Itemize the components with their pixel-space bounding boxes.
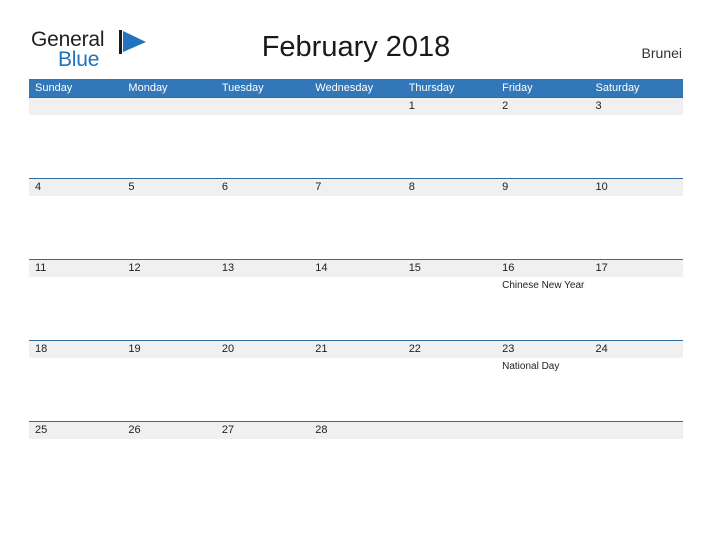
day-number[interactable]: 22 [403,341,496,358]
day-cell-national-day[interactable]: National Day [496,358,589,421]
day-cell[interactable] [29,115,122,178]
day-cell[interactable] [590,115,683,178]
week-date-band: 1 2 3 [29,98,683,115]
week-date-band: 4 5 6 7 8 9 10 [29,179,683,196]
day-number[interactable] [309,98,402,115]
day-cell[interactable] [309,115,402,178]
week-row: 1 2 3 [29,97,683,178]
day-cell[interactable] [122,358,215,421]
weekday-header-row: Sunday Monday Tuesday Wednesday Thursday… [29,79,683,97]
week-row: 4 5 6 7 8 9 10 [29,178,683,259]
day-cell[interactable] [216,439,309,502]
week-event-body [29,196,683,259]
day-cell[interactable] [403,439,496,502]
day-cell[interactable] [309,439,402,502]
week-row: 11 12 13 14 15 16 17 Chinese New Year [29,259,683,340]
day-number[interactable]: 1 [403,98,496,115]
week-date-band: 25 26 27 28 [29,422,683,439]
week-row: 25 26 27 28 [29,421,683,502]
day-cell[interactable] [29,277,122,340]
day-number[interactable] [216,98,309,115]
day-number[interactable]: 20 [216,341,309,358]
day-cell[interactable] [309,358,402,421]
day-number[interactable]: 19 [122,341,215,358]
day-number[interactable]: 7 [309,179,402,196]
day-cell[interactable] [496,439,589,502]
day-cell[interactable] [216,196,309,259]
weekday-friday: Friday [502,82,533,94]
day-number[interactable]: 5 [122,179,215,196]
day-number[interactable]: 27 [216,422,309,439]
weekday-sunday: Sunday [35,82,73,94]
day-number[interactable]: 8 [403,179,496,196]
region-label: Brunei [641,45,682,61]
day-number[interactable]: 16 [496,260,589,277]
day-number[interactable]: 18 [29,341,122,358]
day-cell[interactable] [496,115,589,178]
day-number[interactable]: 26 [122,422,215,439]
weekday-saturday: Saturday [595,82,640,94]
day-cell[interactable] [309,196,402,259]
day-event-label: National Day [502,361,560,372]
day-number[interactable]: 25 [29,422,122,439]
day-cell[interactable] [122,196,215,259]
week-event-body [29,115,683,178]
day-cell[interactable] [216,115,309,178]
week-date-band: 11 12 13 14 15 16 17 [29,260,683,277]
week-event-body: National Day [29,358,683,421]
day-number[interactable]: 4 [29,179,122,196]
week-date-band: 18 19 20 21 22 23 24 [29,341,683,358]
day-number[interactable]: 11 [29,260,122,277]
day-number[interactable]: 6 [216,179,309,196]
week-event-body [29,439,683,502]
day-cell[interactable] [403,196,496,259]
calendar-grid: Sunday Monday Tuesday Wednesday Thursday… [29,79,683,502]
weekday-thursday: Thursday [408,82,455,94]
day-cell-chinese-new-year[interactable]: Chinese New Year [496,277,589,340]
day-event-label: Chinese New Year [502,280,585,291]
weekday-tuesday: Tuesday [221,82,264,94]
day-number[interactable] [590,422,683,439]
day-cell[interactable] [216,358,309,421]
day-number[interactable]: 12 [122,260,215,277]
day-number[interactable]: 2 [496,98,589,115]
day-cell[interactable] [403,115,496,178]
day-cell[interactable] [590,196,683,259]
day-number[interactable]: 23 [496,341,589,358]
day-number[interactable]: 14 [309,260,402,277]
page-title: February 2018 [261,31,451,63]
day-cell[interactable] [309,277,402,340]
day-cell[interactable] [29,439,122,502]
day-number[interactable] [496,422,589,439]
day-cell[interactable] [216,277,309,340]
day-cell[interactable] [496,196,589,259]
day-cell[interactable] [403,277,496,340]
day-number[interactable] [403,422,496,439]
weekday-monday: Monday [128,82,168,94]
day-number[interactable] [122,98,215,115]
week-row: 18 19 20 21 22 23 24 National Day [29,340,683,421]
day-cell[interactable] [29,196,122,259]
day-number[interactable]: 21 [309,341,402,358]
day-number[interactable]: 24 [590,341,683,358]
day-number[interactable]: 13 [216,260,309,277]
day-cell[interactable] [590,277,683,340]
day-cell[interactable] [590,439,683,502]
week-event-body: Chinese New Year [29,277,683,340]
day-number[interactable]: 28 [309,422,402,439]
day-cell[interactable] [29,358,122,421]
day-number[interactable]: 17 [590,260,683,277]
day-cell[interactable] [122,439,215,502]
day-cell[interactable] [122,115,215,178]
day-number[interactable]: 15 [403,260,496,277]
day-number[interactable]: 3 [590,98,683,115]
day-cell[interactable] [403,358,496,421]
day-cell[interactable] [590,358,683,421]
page-header: General Blue February 2018 Brunei [0,0,712,71]
day-number[interactable]: 10 [590,179,683,196]
day-number[interactable]: 9 [496,179,589,196]
day-number[interactable] [29,98,122,115]
day-cell[interactable] [122,277,215,340]
weekday-wednesday: Wednesday [315,82,374,94]
